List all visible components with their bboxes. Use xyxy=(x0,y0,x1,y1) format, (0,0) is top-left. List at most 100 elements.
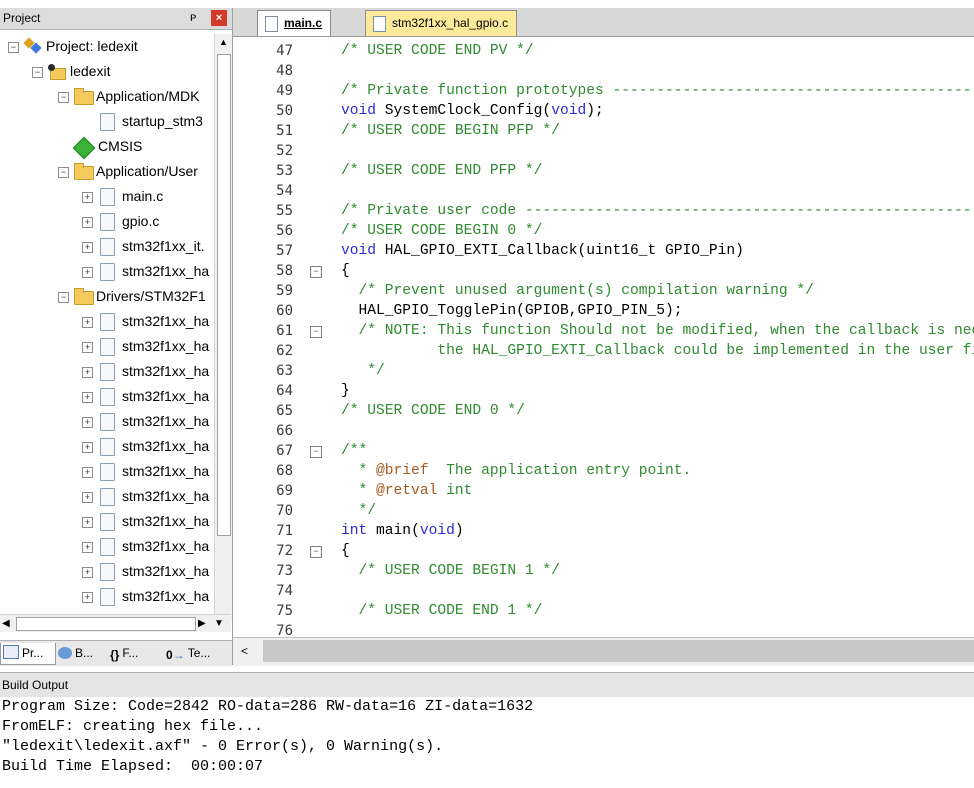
tree-item[interactable]: + stm32f1xx_ha xyxy=(0,534,214,559)
expand-icon[interactable]: + xyxy=(82,492,93,503)
expand-icon[interactable]: + xyxy=(82,242,93,253)
tree-item[interactable]: + stm32f1xx_ha xyxy=(0,309,214,334)
tab-stm32f1xx-hal-gpio-c[interactable]: stm32f1xx_hal_gpio.c xyxy=(365,10,518,36)
tree-item-label: stm32f1xx_ha xyxy=(122,313,210,329)
tree-item[interactable]: + stm32f1xx_ha xyxy=(0,409,214,434)
code-line: /* USER CODE BEGIN 0 */ xyxy=(341,223,543,239)
tree-item[interactable]: + stm32f1xx_ha xyxy=(0,459,214,484)
tab-main-c[interactable]: main.c xyxy=(257,10,332,36)
tree-item-label: Application/MDK xyxy=(96,88,200,104)
expand-icon[interactable]: + xyxy=(82,192,93,203)
code-line: * @brief The application entry point. xyxy=(341,463,692,479)
tree-item[interactable]: + stm32f1xx_ha xyxy=(0,259,214,284)
expand-icon[interactable]: + xyxy=(82,467,93,478)
tree-item[interactable]: + gpio.c xyxy=(0,209,214,234)
expand-icon[interactable]: + xyxy=(82,267,93,278)
line-number: 67 xyxy=(276,443,293,459)
tab-templates[interactable]: 0→ Te... xyxy=(164,643,228,664)
dropdown-arrow-icon[interactable]: ▼ xyxy=(214,615,224,632)
tree-item[interactable]: + main.c xyxy=(0,184,214,209)
expand-icon[interactable]: + xyxy=(82,367,93,378)
collapse-icon[interactable]: − xyxy=(58,292,69,303)
collapse-icon[interactable]: − xyxy=(58,92,69,103)
expand-icon[interactable]: + xyxy=(82,442,93,453)
tree-item-label: stm32f1xx_ha xyxy=(122,463,210,479)
tree-item-label: stm32f1xx_ha xyxy=(122,513,210,529)
tree-item[interactable]: − Application/User xyxy=(0,159,214,184)
build-output-line: FromELF: creating hex file... xyxy=(2,718,264,735)
scrollbar-track[interactable] xyxy=(16,617,196,631)
expand-icon[interactable]: + xyxy=(82,542,93,553)
editor-horizontal-scrollbar[interactable]: < xyxy=(233,637,974,666)
expand-icon[interactable]: + xyxy=(82,567,93,578)
scroll-right-arrow-icon[interactable]: ▶ xyxy=(198,615,206,632)
tree-item[interactable]: − Drivers/STM32F1 xyxy=(0,284,214,309)
file-icon xyxy=(100,463,115,481)
expand-icon[interactable]: + xyxy=(82,417,93,428)
fold-toggle-icon[interactable]: − xyxy=(310,446,322,458)
tree-item[interactable]: + stm32f1xx_ha xyxy=(0,384,214,409)
tree-item[interactable]: + stm32f1xx_it. xyxy=(0,234,214,259)
tree-item[interactable]: − Application/MDK xyxy=(0,84,214,109)
scroll-left-arrow-icon[interactable]: < xyxy=(241,644,248,658)
tree-item[interactable]: CMSIS xyxy=(0,134,214,160)
tree-item[interactable]: startup_stm3 xyxy=(0,109,214,134)
tree-item[interactable]: + stm32f1xx_ha xyxy=(0,434,214,459)
fold-toggle-icon[interactable]: − xyxy=(310,266,322,278)
project-tab-icon xyxy=(3,645,19,659)
tab-books[interactable]: B... xyxy=(56,643,106,664)
collapse-icon[interactable]: − xyxy=(58,167,69,178)
expand-icon[interactable]: + xyxy=(82,517,93,528)
tree-item[interactable]: + stm32f1xx_ha xyxy=(0,359,214,384)
tree-item[interactable]: − ledexit xyxy=(0,59,214,84)
scroll-left-arrow-icon[interactable]: ◀ xyxy=(2,615,10,632)
project-icon xyxy=(23,37,42,55)
tree-item[interactable]: + stm32f1xx_ha xyxy=(0,484,214,509)
line-number: 53 xyxy=(276,163,293,179)
tree-item[interactable]: + stm32f1xx_ha xyxy=(0,584,214,609)
expand-icon[interactable]: + xyxy=(82,592,93,603)
collapse-icon[interactable]: − xyxy=(8,42,19,53)
line-number: 50 xyxy=(276,103,293,119)
code-area[interactable]: /* USER CODE END PV */ /* Private functio… xyxy=(323,41,974,637)
line-number: 75 xyxy=(276,603,293,619)
build-output-panel[interactable]: Program Size: Code=2842 RO-data=286 RW-d… xyxy=(0,697,974,788)
line-number: 73 xyxy=(276,563,293,579)
tree-item-label: stm32f1xx_ha xyxy=(122,563,210,579)
tree-item[interactable]: − Project: ledexit xyxy=(0,34,214,59)
expand-icon[interactable]: + xyxy=(82,342,93,353)
tab-project[interactable]: Pr... xyxy=(0,643,56,665)
file-icon xyxy=(100,488,115,506)
tree-item[interactable]: + stm32f1xx_ha xyxy=(0,559,214,584)
code-line: /* USER CODE END 1 */ xyxy=(358,603,543,619)
tree-item[interactable]: + stm32f1xx_ha xyxy=(0,509,214,534)
code-line: /* USER CODE END PV */ xyxy=(341,43,534,59)
scrollbar-thumb[interactable] xyxy=(263,640,974,662)
scrollbar-thumb[interactable] xyxy=(217,54,231,536)
file-icon xyxy=(265,16,278,32)
editor-tabs: main.c stm32f1xx_hal_gpio.c xyxy=(233,8,974,37)
fold-toggle-icon[interactable]: − xyxy=(310,546,322,558)
line-number: 57 xyxy=(276,243,293,259)
tab-functions-label: F... xyxy=(122,646,139,660)
fold-toggle-icon[interactable]: − xyxy=(310,326,322,338)
tab-functions[interactable]: {} F... xyxy=(108,643,162,664)
tree-item[interactable]: + stm32f1xx_ha xyxy=(0,334,214,359)
code-line: /** xyxy=(341,443,368,459)
project-tree-vertical-scrollbar[interactable]: ▲ xyxy=(214,34,232,622)
expand-icon[interactable]: + xyxy=(82,317,93,328)
close-icon[interactable]: × xyxy=(211,10,227,26)
code-editor: main.c stm32f1xx_hal_gpio.c 47 48 49 50 51 52… xyxy=(233,8,974,666)
expand-icon[interactable]: + xyxy=(82,392,93,403)
line-number: 68 xyxy=(276,463,293,479)
tree-item-label: ledexit xyxy=(70,63,111,79)
file-icon xyxy=(100,238,115,256)
line-number: 65 xyxy=(276,403,293,419)
expand-icon[interactable]: + xyxy=(82,217,93,228)
pin-icon[interactable]: ᴘ xyxy=(190,10,196,24)
scroll-up-arrow-icon[interactable]: ▲ xyxy=(215,34,232,51)
code-line: * @retval int xyxy=(341,483,473,499)
build-output-title: Build Output xyxy=(2,678,69,692)
project-tree-horizontal-scrollbar[interactable]: ◀ ▶ ▼ xyxy=(0,614,231,632)
collapse-icon[interactable]: − xyxy=(32,67,43,78)
